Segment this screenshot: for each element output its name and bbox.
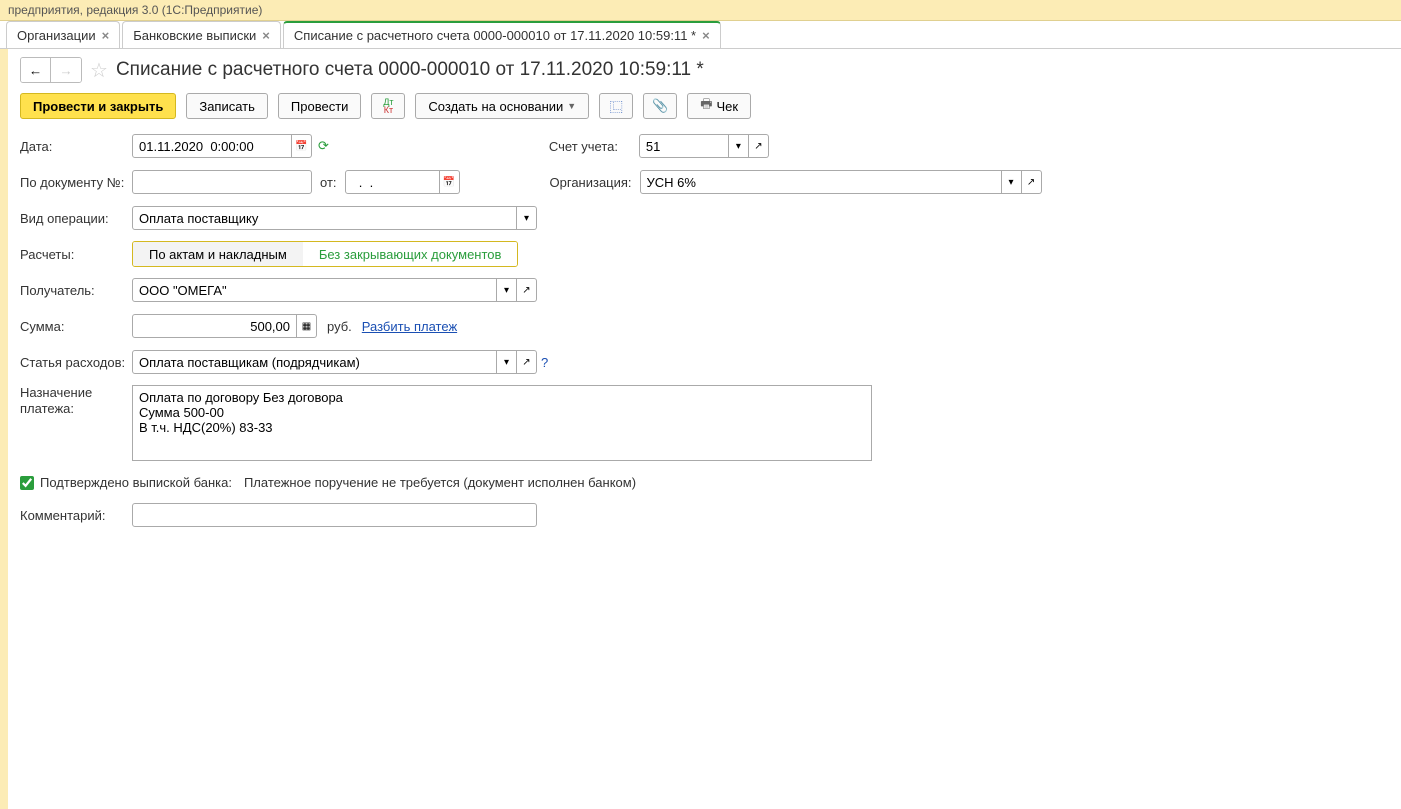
close-icon[interactable]: ×: [102, 28, 110, 43]
window-title: предприятия, редакция 3.0 (1С:Предприяти…: [8, 3, 262, 17]
split-payment-link[interactable]: Разбить платеж: [362, 319, 457, 334]
calculator-icon[interactable]: ▦: [297, 314, 317, 338]
docnum-from-label: от:: [320, 175, 337, 190]
currency-label: руб.: [327, 319, 352, 334]
recipient-input[interactable]: [132, 278, 497, 302]
dtkt-icon: ДтКт: [383, 98, 393, 114]
dtkt-button[interactable]: ДтКт: [371, 93, 405, 119]
sum-label: Сумма:: [20, 319, 132, 334]
red-underline: [163, 266, 518, 267]
chevron-down-icon: ▼: [567, 101, 576, 111]
close-icon[interactable]: ×: [262, 28, 270, 43]
chevron-down-icon[interactable]: ▾: [1002, 170, 1022, 194]
tab-organizations[interactable]: Организации ×: [6, 21, 120, 48]
calendar-icon[interactable]: 📅: [440, 170, 460, 194]
tab-label: Списание с расчетного счета 0000-000010 …: [294, 28, 696, 43]
forward-button[interactable]: →: [51, 58, 81, 82]
date-label: Дата:: [20, 139, 132, 154]
purpose-label: Назначение платежа:: [20, 385, 132, 417]
open-icon[interactable]: ↗: [517, 278, 537, 302]
post-button[interactable]: Провести: [278, 93, 362, 119]
expense-label: Статья расходов:: [20, 355, 132, 370]
docnum-label: По документу №:: [20, 175, 132, 190]
comment-input[interactable]: [132, 503, 537, 527]
left-strip: [0, 49, 8, 809]
tab-bank-statements[interactable]: Банковские выписки ×: [122, 21, 281, 48]
cheque-button[interactable]: 🖶 Чек: [687, 93, 751, 119]
comment-label: Комментарий:: [20, 508, 132, 523]
paperclip-icon: 📎: [652, 98, 668, 114]
confirmed-checkbox[interactable]: [20, 476, 34, 490]
calc-toggle: По актам и накладным Без закрывающих док…: [132, 241, 518, 267]
refresh-icon[interactable]: ⟳: [318, 138, 329, 154]
chevron-down-icon[interactable]: ▾: [497, 350, 517, 374]
arrow-left-icon: ←: [29, 63, 42, 78]
optype-input[interactable]: [132, 206, 517, 230]
create-based-label: Создать на основании: [428, 99, 563, 114]
calc-no-closing-button[interactable]: Без закрывающих документов: [303, 242, 518, 266]
tab-bar: Организации × Банковские выписки × Списа…: [0, 21, 1401, 49]
create-based-button[interactable]: Создать на основании ▼: [415, 93, 589, 119]
open-icon[interactable]: ↗: [517, 350, 537, 374]
calc-by-acts-button[interactable]: По актам и накладным: [133, 242, 303, 266]
nav-box: ← →: [20, 57, 82, 83]
chevron-down-icon[interactable]: ▾: [497, 278, 517, 302]
chevron-down-icon[interactable]: ▾: [517, 206, 537, 230]
help-icon[interactable]: ?: [541, 355, 548, 370]
close-icon[interactable]: ×: [702, 28, 710, 43]
tab-label: Банковские выписки: [133, 28, 256, 43]
recipient-label: Получатель:: [20, 283, 132, 298]
open-icon[interactable]: ↗: [749, 134, 769, 158]
confirmed-label: Подтверждено выпиской банка:: [40, 475, 232, 490]
page-title: Списание с расчетного счета 0000-000010 …: [116, 59, 704, 81]
account-label: Счет учета:: [549, 139, 639, 154]
post-and-close-button[interactable]: Провести и закрыть: [20, 93, 176, 119]
expense-input[interactable]: [132, 350, 497, 374]
toolbar: Провести и закрыть Записать Провести ДтК…: [20, 93, 1389, 119]
chevron-down-icon[interactable]: ▾: [729, 134, 749, 158]
back-button[interactable]: ←: [21, 58, 51, 82]
tab-label: Организации: [17, 28, 96, 43]
optype-label: Вид операции:: [20, 211, 132, 226]
save-button[interactable]: Записать: [186, 93, 268, 119]
org-input[interactable]: [640, 170, 1002, 194]
window-title-bar: предприятия, редакция 3.0 (1С:Предприяти…: [0, 0, 1401, 21]
sum-input[interactable]: [132, 314, 297, 338]
structure-icon: ⿺: [610, 97, 623, 116]
calendar-icon[interactable]: 📅: [292, 134, 312, 158]
date-input[interactable]: [132, 134, 292, 158]
calc-label: Расчеты:: [20, 247, 132, 262]
cheque-label: Чек: [717, 99, 739, 114]
confirmed-note: Платежное поручение не требуется (докуме…: [244, 475, 636, 490]
open-icon[interactable]: ↗: [1022, 170, 1042, 194]
printer-icon: 🖶: [700, 95, 712, 117]
docnum-input[interactable]: [132, 170, 312, 194]
attach-button[interactable]: 📎: [643, 93, 677, 119]
star-icon[interactable]: ☆: [90, 58, 108, 83]
docdate-input[interactable]: [345, 170, 440, 194]
tab-writeoff[interactable]: Списание с расчетного счета 0000-000010 …: [283, 21, 721, 48]
structure-button[interactable]: ⿺: [599, 93, 633, 119]
arrow-right-icon: →: [59, 63, 72, 78]
account-input[interactable]: [639, 134, 729, 158]
purpose-textarea[interactable]: [132, 385, 872, 461]
org-label: Организация:: [550, 175, 640, 190]
